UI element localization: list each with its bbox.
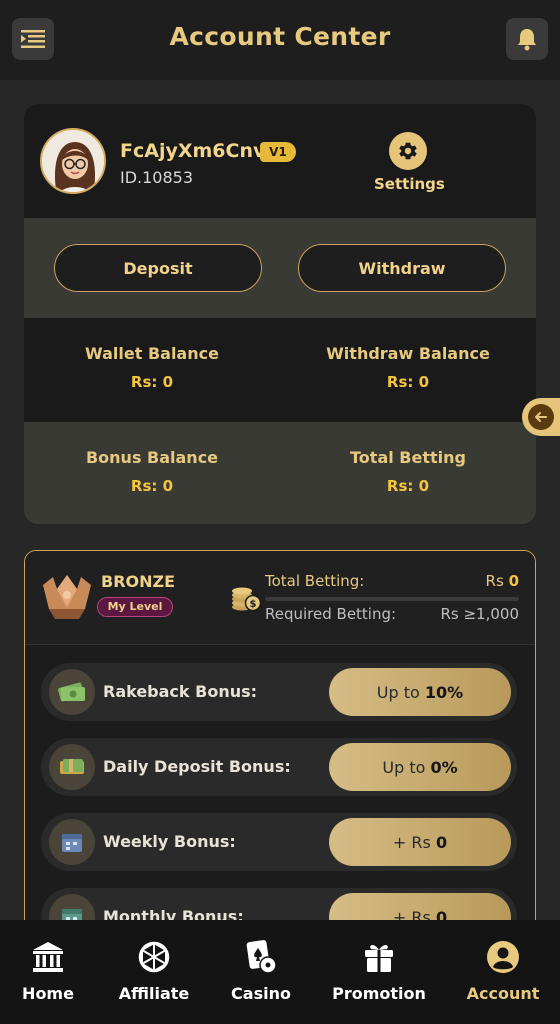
withdraw-balance-value: Rs: 0 [386,373,430,391]
cash-icon [49,669,95,715]
required-betting-label: Required Betting: [265,605,397,623]
bottom-nav: Home Affiliate Casino Promotion Account [0,920,560,1024]
gear-icon [389,132,427,170]
network-icon [98,938,210,976]
wallet-balance: Wallet Balance Rs: 0 [24,318,280,422]
bonus-value-prefix: + Rs [392,832,431,852]
profile-section: FcAjyXm6Cnv6 V1 ID.10853 Settings [24,104,536,218]
side-drawer-tab[interactable] [522,398,560,436]
wallet-balance-label: Wallet Balance [85,344,219,363]
money-bundle-icon [49,744,95,790]
bonus-balance-label: Bonus Balance [85,448,219,467]
my-level-badge: My Level [97,597,173,617]
currency-label: Rs [485,572,504,590]
bonus-row-weekly: Weekly Bonus: + Rs 0 [41,813,517,871]
bonus-label: Weekly Bonus: [103,832,236,851]
bonus-label: Rakeback Bonus: [103,682,258,701]
weekly-bonus-button[interactable]: + Rs 0 [329,818,511,866]
bonus-value: 0% [430,757,458,777]
nav-item-casino[interactable]: Casino [205,938,317,1003]
bronze-crown-icon [43,575,91,619]
nav-label: Affiliate [118,984,190,1003]
account-card: FcAjyXm6Cnv6 V1 ID.10853 Settings Deposi… [24,104,536,524]
calendar-icon [49,819,95,865]
page-title: Account Center [169,22,391,51]
withdraw-balance-label: Withdraw Balance [326,344,490,363]
user-id: ID.10853 [120,168,194,187]
nav-item-affiliate[interactable]: Affiliate [98,938,210,1003]
vip-badge: V1 [260,142,296,162]
nav-item-account[interactable]: Account [447,938,559,1003]
nav-label: Account [466,984,540,1003]
daily-deposit-bonus-button[interactable]: Up to 0% [329,743,511,791]
user-icon [447,938,559,976]
withdraw-button[interactable]: Withdraw [298,244,506,292]
app-header: Account Center [0,0,560,80]
level-progress-bar [265,597,519,601]
bonus-label: Daily Deposit Bonus: [103,757,291,776]
bonus-row-rakeback: Rakeback Bonus: Up to 10% [41,663,517,721]
nav-label: Casino [231,984,291,1003]
deposit-withdraw-row: Deposit Withdraw [24,218,536,318]
withdraw-balance: Withdraw Balance Rs: 0 [280,318,536,422]
cards-icon [205,938,317,976]
arrow-left-icon [528,404,554,430]
required-betting-value: Rs ≥1,000 [440,605,519,623]
bonus-balance-value: Rs: 0 [130,477,174,495]
level-tier: BRONZE [101,572,176,591]
level-card: BRONZE My Level $ Total Betting: Rs 0 Re… [24,550,536,970]
nav-item-home[interactable]: Home [0,938,104,1003]
total-betting: Total Betting Rs: 0 [280,422,536,524]
bank-icon [0,938,104,976]
svg-text:$: $ [250,599,257,610]
settings-label: Settings [374,175,445,193]
avatar-image [42,130,104,192]
total-betting-amount: 0 [508,572,519,590]
settings-button[interactable]: Settings [374,132,445,193]
nav-item-promotion[interactable]: Promotion [323,938,435,1003]
total-betting-value: Rs: 0 [386,477,430,495]
nav-label: Home [22,984,74,1003]
deposit-button[interactable]: Deposit [54,244,262,292]
bonus-value-prefix: Up to [376,682,420,702]
balance-row: Bonus Balance Rs: 0 Total Betting Rs: 0 [24,422,536,524]
avatar[interactable] [40,128,106,194]
wallet-balance-value: Rs: 0 [130,373,174,391]
bell-icon [518,29,536,51]
bonus-value-prefix: Up to [382,757,426,777]
coins-icon: $ [232,587,261,612]
rakeback-bonus-button[interactable]: Up to 10% [329,668,511,716]
total-betting-level-label: Total Betting: [265,572,365,590]
username: FcAjyXm6Cnv6 [120,140,279,162]
bonus-row-daily-deposit: Daily Deposit Bonus: Up to 0% [41,738,517,796]
level-summary: BRONZE My Level $ Total Betting: Rs 0 Re… [25,551,535,645]
gift-icon [323,938,435,976]
total-betting-label: Total Betting [350,448,466,467]
bonus-value: 10% [424,682,464,702]
bonus-balance: Bonus Balance Rs: 0 [24,422,280,524]
nav-label: Promotion [332,984,426,1003]
notifications-button[interactable] [506,18,548,60]
bonus-value: 0 [435,832,448,852]
total-betting-level-value: Rs 0 [486,572,519,590]
balance-row: Wallet Balance Rs: 0 Withdraw Balance Rs… [24,318,536,422]
